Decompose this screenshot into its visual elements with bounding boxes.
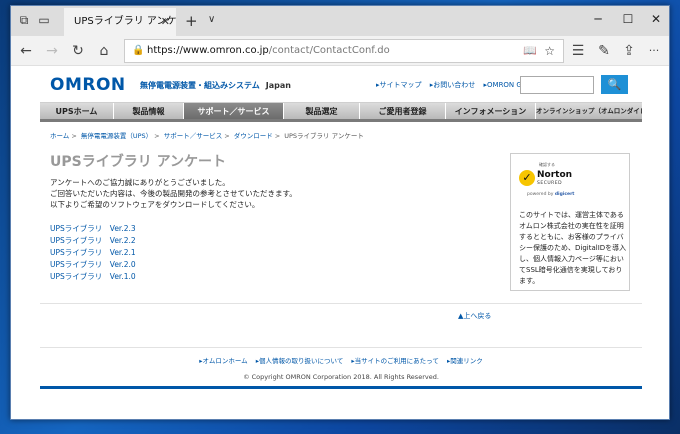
back-button[interactable]: ←: [17, 43, 35, 59]
nav-information[interactable]: インフォメーション: [446, 103, 536, 120]
nav-underline: [40, 119, 642, 122]
region-label: Japan: [265, 81, 291, 90]
download-link-v1-0[interactable]: UPSライブラリ Ver.1.0: [50, 271, 136, 283]
content-divider: [40, 303, 642, 304]
nav-online-shop[interactable]: オンラインショップ（オムロンダイレクト）: [536, 103, 642, 120]
norton-secured-label: SECURED: [537, 181, 563, 186]
footer-link-terms[interactable]: ▸当サイトのご利用にあたって: [351, 357, 438, 365]
copyright: © Copyright OMRON Corporation 2018. All …: [243, 373, 439, 381]
crumb-ups[interactable]: 無停電電源装置（UPS）: [81, 132, 152, 140]
powered-by-text: powered by: [527, 192, 554, 197]
nav-registration[interactable]: ご愛用者登録: [360, 103, 446, 120]
norton-name: Norton: [537, 170, 573, 180]
breadcrumb: ホーム > 無停電電源装置（UPS） > サポート／サービス > ダウンロード > UP…: [50, 130, 364, 140]
intro-line: アンケートへのご協力誠にありがとうございました。: [50, 178, 230, 187]
new-tab-icon[interactable]: +: [185, 12, 198, 30]
tab-bar: ⧉ ▭ UPSライブラリ アンケート | ✕ + ∨ ─ ☐ ✕: [11, 6, 669, 36]
footer-bar: [40, 386, 642, 389]
omron-logo[interactable]: OMRON: [50, 75, 126, 95]
contact-link[interactable]: ▸お問い合わせ: [430, 81, 476, 89]
crumb-sep: >: [274, 132, 281, 140]
more-menu-icon[interactable]: ···: [645, 43, 663, 59]
global-nav: UPSホーム 製品情報 サポート／サービス 製品選定 ご愛用者登録 インフォメー…: [40, 102, 642, 120]
minimize-button[interactable]: ─: [588, 12, 608, 26]
norton-verify-label: 確認する: [539, 162, 555, 167]
active-tab[interactable]: UPSライブラリ アンケート | ✕: [64, 8, 176, 36]
intro-text: アンケートへのご協力誠にありがとうございました。 ご回答いただいた内容は、今後の…: [50, 177, 297, 210]
notes-pen-icon[interactable]: ✎: [595, 43, 613, 59]
page-viewport: OMRON 無停電電源装置・組込みシステム Japan ▸サイトマップ ▸お問い合…: [11, 67, 669, 419]
tab-actions-icon[interactable]: ⧉: [17, 13, 31, 27]
crumb-sep: >: [154, 132, 160, 140]
share-icon[interactable]: ⇪: [620, 43, 638, 59]
norton-description: このサイトでは、運営主体であるオムロン株式会社の実在性を証明するとともに、お客様…: [519, 211, 627, 285]
footer-links: ▸オムロンホーム ▸個人情報の取り扱いについて ▸当サイトのご利用にあたって ▸…: [40, 355, 642, 365]
tab-preview-icon[interactable]: ▭: [37, 13, 51, 27]
digicert-label: digicert: [554, 192, 575, 197]
nav-products[interactable]: 製品情報: [114, 103, 184, 120]
norton-powered-by: powered by digicert: [527, 192, 574, 197]
nav-support[interactable]: サポート／サービス: [184, 103, 284, 120]
site-tagline: 無停電電源装置・組込みシステム Japan: [140, 80, 291, 91]
download-link-v2-3[interactable]: UPSライブラリ Ver.2.3: [50, 223, 136, 235]
crumb-sep: >: [224, 132, 230, 140]
home-button[interactable]: ⌂: [95, 43, 113, 59]
site-search-input[interactable]: [520, 76, 594, 94]
favorites-hub-icon[interactable]: ☰: [569, 43, 587, 59]
favorite-star-icon[interactable]: ☆: [544, 40, 555, 62]
address-bar[interactable]: 🔒 https://www.omron.co.jp/contact/Contac…: [124, 39, 564, 63]
crumb-home[interactable]: ホーム: [50, 132, 69, 140]
tagline-text: 無停電電源装置・組込みシステム: [140, 81, 260, 90]
lock-icon: 🔒: [132, 45, 145, 56]
footer-link-omron-home[interactable]: ▸オムロンホーム: [199, 357, 247, 365]
forward-button[interactable]: →: [43, 43, 61, 59]
tab-close-icon[interactable]: ✕: [161, 8, 170, 36]
nav-bar: ← → ↻ ⌂ 🔒 https://www.omron.co.jp/contac…: [11, 36, 669, 66]
crumb-sep: >: [71, 132, 77, 140]
back-to-top-link[interactable]: ▲上へ戻る: [458, 311, 491, 321]
tab-menu-icon[interactable]: ∨: [208, 14, 215, 25]
maximize-button[interactable]: ☐: [618, 12, 638, 26]
download-link-v2-1[interactable]: UPSライブラリ Ver.2.1: [50, 247, 136, 259]
crumb-current: UPSライブラリ アンケート: [284, 132, 364, 140]
refresh-button[interactable]: ↻: [69, 43, 87, 59]
download-link-v2-0[interactable]: UPSライブラリ Ver.2.0: [50, 259, 136, 271]
browser-window: ⧉ ▭ UPSライブラリ アンケート | ✕ + ∨ ─ ☐ ✕ ← → ↻ ⌂…: [10, 5, 670, 420]
crumb-download[interactable]: ダウンロード: [234, 132, 273, 140]
norton-secured-box: 確認する ✓ Norton SECURED powered by digicer…: [510, 153, 630, 291]
page-title: UPSライブラリ アンケート: [50, 154, 227, 170]
search-icon: 🔍: [607, 78, 622, 91]
site-header: OMRON 無停電電源装置・組込みシステム Japan ▸サイトマップ ▸お問い合…: [40, 67, 642, 100]
site-container: OMRON 無停電電源装置・組込みシステム Japan ▸サイトマップ ▸お問い合…: [40, 67, 642, 389]
intro-line: ご回答いただいた内容は、今後の製品開発の参考とさせていただきます。: [50, 189, 297, 198]
sitemap-link[interactable]: ▸サイトマップ: [376, 81, 422, 89]
download-list: UPSライブラリ Ver.2.3 UPSライブラリ Ver.2.2 UPSライブ…: [50, 223, 136, 283]
url-host: https://www.omron.co.jp: [147, 45, 269, 56]
intro-line: 以下よりご希望のソフトウェアをダウンロードしてください。: [50, 200, 260, 209]
footer-link-privacy[interactable]: ▸個人情報の取り扱いについて: [256, 357, 344, 365]
footer-divider: [40, 347, 642, 348]
norton-seal[interactable]: 確認する ✓ Norton SECURED powered by digicer…: [519, 162, 577, 206]
crumb-support[interactable]: サポート／サービス: [164, 132, 223, 140]
site-search-button[interactable]: 🔍: [601, 75, 628, 94]
download-link-v2-2[interactable]: UPSライブラリ Ver.2.2: [50, 235, 136, 247]
url-path: /contact/ContactConf.do: [268, 45, 390, 56]
nav-selection[interactable]: 製品選定: [284, 103, 360, 120]
checkmark-icon: ✓: [519, 170, 535, 186]
close-window-button[interactable]: ✕: [646, 12, 666, 26]
reading-view-icon[interactable]: 📖: [523, 40, 537, 62]
footer-link-related[interactable]: ▸関連リンク: [447, 357, 483, 365]
nav-ups-home[interactable]: UPSホーム: [40, 103, 114, 120]
